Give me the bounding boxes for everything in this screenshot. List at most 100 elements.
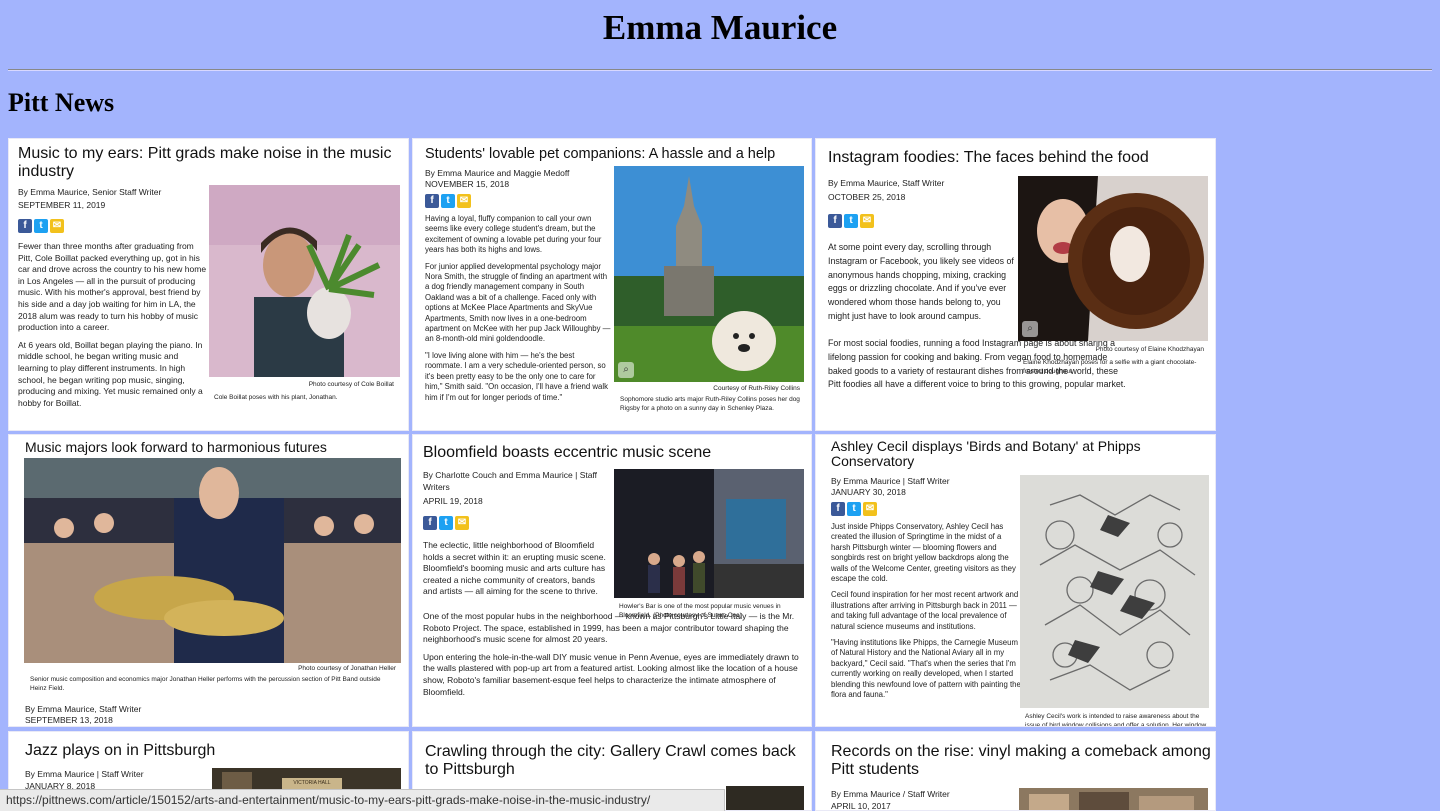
article-title[interactable]: Instagram foodies: The faces behind the …	[828, 149, 1208, 167]
photo-caption: Ashley Cecil's work is intended to raise…	[1025, 713, 1207, 727]
article-body: At some point every day, scrolling throu…	[828, 241, 1018, 330]
article-card-music-to-my-ears[interactable]: Music to my ears: Pitt grads make noise …	[8, 138, 409, 431]
page-title: Emma Maurice	[602, 8, 838, 47]
article-byline: By Emma Maurice | Staff Writer	[831, 476, 950, 486]
photo-caption: Sophomore studio arts major Ruth-Riley C…	[620, 396, 800, 412]
share-buttons: f t ✉	[18, 219, 64, 233]
divider	[8, 69, 1432, 71]
doughnut-selfie-photo	[1018, 176, 1208, 341]
article-paragraph: Fewer than three months after graduating…	[18, 241, 207, 333]
article-body: The eclectic, little neighborhood of Blo…	[423, 540, 611, 604]
article-byline: By Emma Maurice and Maggie Medoff	[425, 168, 570, 178]
article-photo[interactable]	[1019, 788, 1208, 810]
photo-caption: Senior music composition and economics m…	[30, 676, 381, 692]
article-paragraph: For junior applied developmental psychol…	[425, 261, 611, 344]
article-date: NOVEMBER 15, 2018	[425, 179, 510, 189]
zoom-icon[interactable]: ⌕	[1022, 321, 1038, 337]
photo-credit: Photo courtesy of Elaine Khodzhayan	[1095, 346, 1204, 353]
facebook-icon[interactable]: f	[828, 214, 842, 228]
email-icon[interactable]: ✉	[457, 194, 471, 208]
facebook-icon[interactable]: f	[425, 194, 439, 208]
article-paragraph: The eclectic, little neighborhood of Blo…	[423, 540, 606, 597]
article-date: JANUARY 30, 2018	[831, 487, 906, 497]
bar-exterior-photo	[614, 469, 804, 598]
article-title[interactable]: Records on the rise: vinyl making a come…	[831, 743, 1211, 779]
article-title[interactable]: Students' lovable pet companions: A hass…	[425, 145, 805, 163]
section-title: Pitt News	[8, 88, 115, 117]
email-icon[interactable]: ✉	[863, 502, 877, 516]
article-date: SEPTEMBER 11, 2019	[18, 200, 106, 210]
article-card-ashley-cecil[interactable]: Ashley Cecil displays 'Birds and Botany'…	[815, 434, 1216, 727]
article-body: Fewer than three months after graduating…	[18, 241, 208, 415]
article-paragraph: Just inside Phipps Conservatory, Ashley …	[831, 522, 1016, 584]
article-byline: By Emma Maurice | Staff Writer	[25, 769, 144, 779]
cathedral-dog-photo	[614, 166, 804, 382]
facebook-icon[interactable]: f	[423, 516, 437, 530]
article-photo[interactable]: ⌕	[1018, 176, 1208, 341]
article-paragraph: "I love living alone with him — he's the…	[425, 350, 608, 402]
twitter-icon[interactable]: t	[439, 516, 453, 530]
article-card-bloomfield[interactable]: Bloomfield boasts eccentric music scene …	[412, 434, 812, 727]
article-photo[interactable]	[726, 786, 804, 810]
article-photo[interactable]	[209, 185, 400, 377]
share-buttons: f t ✉	[425, 194, 471, 208]
facebook-icon[interactable]: f	[831, 502, 845, 516]
bird-illustration-photo	[1020, 475, 1209, 708]
article-card-vinyl[interactable]: Records on the rise: vinyl making a come…	[815, 731, 1216, 811]
email-icon[interactable]: ✉	[50, 219, 64, 233]
article-photo[interactable]	[614, 469, 804, 598]
article-card-instagram-foodies[interactable]: Instagram foodies: The faces behind the …	[815, 138, 1216, 431]
email-icon[interactable]: ✉	[455, 516, 469, 530]
article-byline: By Charlotte Couch and Emma Maurice | St…	[423, 470, 598, 492]
twitter-icon[interactable]: t	[441, 194, 455, 208]
share-buttons: f t ✉	[831, 502, 877, 516]
share-buttons: f t ✉	[423, 516, 469, 530]
article-paragraph: Having a loyal, fluffy companion to call…	[425, 214, 602, 255]
article-title[interactable]: Ashley Cecil displays 'Birds and Botany'…	[831, 439, 1211, 469]
article-card-music-majors[interactable]: Music majors look forward to harmonious …	[8, 434, 409, 727]
article-body: Having a loyal, fluffy companion to call…	[425, 214, 611, 409]
article-byline: By Emma Maurice, Senior Staff Writer	[18, 187, 162, 197]
article-date: APRIL 10, 2017	[831, 801, 891, 811]
article-photo[interactable]	[24, 458, 401, 663]
article-title[interactable]: Music majors look forward to harmonious …	[25, 438, 405, 456]
photo-caption: Cole Boillat poses with his plant, Jonat…	[214, 394, 338, 401]
article-date: OCTOBER 25, 2018	[828, 192, 906, 202]
article-paragraph: At some point every day, scrolling throu…	[828, 242, 1014, 321]
facebook-icon[interactable]: f	[18, 219, 32, 233]
article-paragraph: Cecil found inspiration for her most rec…	[831, 590, 1019, 631]
article-title[interactable]: Jazz plays on in Pittsburgh	[25, 742, 405, 760]
browser-status-bar: https://pittnews.com/article/150152/arts…	[0, 789, 725, 811]
portrait-photo	[209, 185, 400, 377]
article-byline: By Emma Maurice, Staff Writer	[25, 704, 142, 714]
article-paragraph: "Having institutions like Phipps, the Ca…	[831, 638, 1021, 700]
article-photo[interactable]: ⌕	[614, 166, 804, 382]
article-paragraph: Upon entering the hole-in-the-wall DIY m…	[423, 651, 799, 697]
article-byline: By Emma Maurice, Staff Writer	[828, 178, 945, 188]
zoom-icon[interactable]: ⌕	[618, 362, 634, 378]
article-title[interactable]: Bloomfield boasts eccentric music scene	[423, 444, 803, 462]
article-paragraph: At 6 years old, Boillat began playing th…	[18, 339, 203, 408]
twitter-icon[interactable]: t	[34, 219, 48, 233]
marching-band-photo	[24, 458, 401, 663]
article-body: Just inside Phipps Conservatory, Ashley …	[831, 522, 1021, 707]
article-card-pet-companions[interactable]: Students' lovable pet companions: A hass…	[412, 138, 812, 431]
record-store-photo	[1019, 788, 1208, 810]
article-date: APRIL 19, 2018	[423, 496, 483, 506]
photo-credit: Courtesy of Ruth-Riley Collins	[713, 385, 800, 392]
twitter-icon[interactable]: t	[844, 214, 858, 228]
article-title[interactable]: Crawling through the city: Gallery Crawl…	[425, 743, 810, 779]
article-body-continued: One of the most popular hubs in the neig…	[423, 611, 803, 704]
article-photo[interactable]	[1020, 475, 1209, 708]
photo-sign: VICTORIA HALL	[293, 780, 331, 786]
article-date: SEPTEMBER 13, 2018	[25, 715, 113, 725]
photo-credit: Photo courtesy of Cole Boillat	[308, 381, 394, 388]
photo-credit: Photo courtesy of Jonathan Heller	[298, 665, 396, 672]
twitter-icon[interactable]: t	[847, 502, 861, 516]
article-byline: By Emma Maurice / Staff Writer	[831, 789, 950, 799]
photo-caption: Elaine Khodzhayan poses for a selfie wit…	[1023, 359, 1197, 375]
photo-caption: Howler's Bar is one of the most popular …	[619, 603, 781, 619]
share-buttons: f t ✉	[828, 214, 874, 228]
email-icon[interactable]: ✉	[860, 214, 874, 228]
article-title[interactable]: Music to my ears: Pitt grads make noise …	[18, 145, 398, 181]
